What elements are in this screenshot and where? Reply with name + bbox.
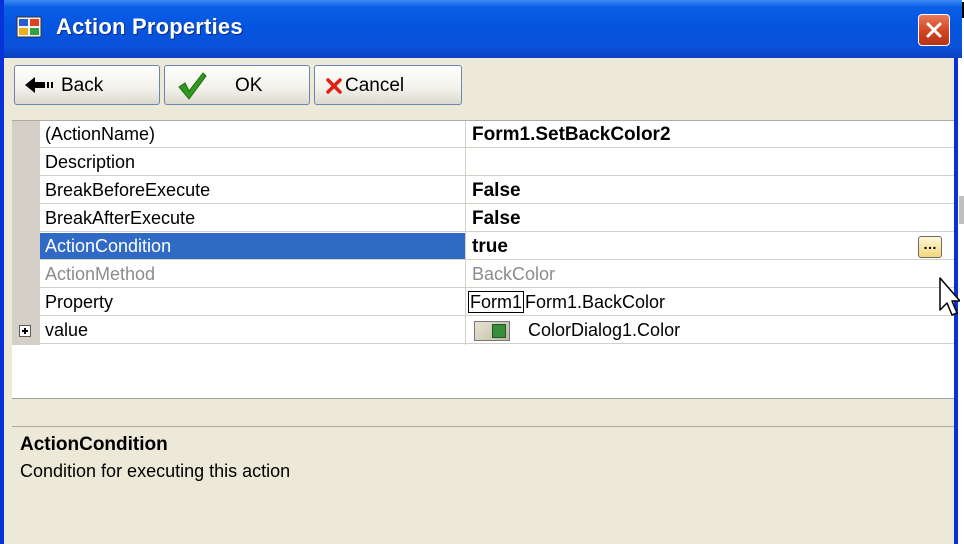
window-title: Action Properties — [56, 14, 243, 39]
cancel-button-label: Cancel — [345, 75, 405, 96]
background-fragment — [959, 196, 964, 224]
ellipsis-button[interactable]: … — [918, 236, 942, 258]
close-icon — [926, 22, 942, 38]
app-icon — [16, 16, 42, 38]
property-value: BackColor — [466, 261, 954, 288]
back-button[interactable]: Back — [14, 65, 160, 105]
color-swatch-icon — [474, 321, 510, 342]
property-row-actionmethod[interactable]: ActionMethod BackColor — [12, 261, 954, 289]
property-row-breakbeforeexecute[interactable]: BreakBeforeExecute False — [12, 177, 954, 205]
property-value[interactable] — [466, 149, 954, 176]
checkmark-icon — [178, 72, 207, 100]
row-gutter — [12, 121, 40, 149]
back-button-label: Back — [61, 75, 104, 96]
title-bar[interactable]: Action Properties — [4, 0, 962, 58]
ok-button[interactable]: OK — [164, 65, 310, 105]
form-icon: Form1 — [468, 291, 525, 313]
property-value[interactable]: False — [466, 205, 954, 232]
property-name-selected: ActionCondition — [40, 233, 465, 260]
close-button[interactable] — [918, 14, 950, 46]
row-gutter — [12, 261, 40, 289]
property-name: (ActionName) — [40, 121, 465, 148]
property-value-text: Form1.BackColor — [525, 292, 666, 312]
cross-icon — [326, 78, 342, 94]
property-value[interactable]: False — [466, 177, 954, 204]
property-name: value — [40, 317, 465, 344]
property-value[interactable]: ColorDialog1.Color — [466, 317, 954, 344]
property-name: BreakBeforeExecute — [40, 177, 465, 204]
row-gutter — [12, 149, 40, 177]
ellipsis-icon: … — [923, 236, 937, 252]
help-splitter[interactable] — [12, 420, 954, 427]
property-value[interactable]: Form1.SetBackColor2 — [466, 121, 954, 148]
property-row-breakafterexecute[interactable]: BreakAfterExecute False — [12, 205, 954, 233]
row-gutter — [12, 289, 40, 317]
property-row-actionname[interactable]: (ActionName) Form1.SetBackColor2 — [12, 121, 954, 149]
property-grid: (ActionName) Form1.SetBackColor2 Descrip… — [12, 120, 954, 399]
property-name: ActionMethod — [40, 261, 465, 288]
property-name: BreakAfterExecute — [40, 205, 465, 232]
row-gutter — [12, 177, 40, 205]
row-gutter — [12, 205, 40, 233]
action-properties-dialog: Action Properties Back OK Cancel (Action… — [0, 0, 962, 544]
property-name: Property — [40, 289, 465, 316]
back-arrow-icon — [25, 77, 53, 93]
property-value-text: ColorDialog1.Color — [528, 320, 681, 340]
desktop-background — [958, 0, 964, 544]
toolbar: Back OK Cancel — [12, 63, 954, 107]
help-title: ActionCondition — [20, 434, 168, 455]
expand-plus-icon[interactable] — [19, 325, 31, 337]
property-name: Description — [40, 149, 465, 176]
property-value[interactable]: true — [466, 233, 954, 260]
help-description: Condition for executing this action — [20, 461, 291, 481]
row-gutter — [12, 233, 40, 261]
grid-border — [12, 398, 954, 399]
mouse-cursor-icon — [939, 277, 960, 316]
ok-button-label: OK — [235, 75, 263, 96]
property-value[interactable]: Form1 Form1.BackColor — [466, 289, 954, 316]
property-row-description[interactable]: Description — [12, 149, 954, 177]
row-gutter — [12, 317, 40, 345]
help-panel: ActionCondition Condition for executing … — [12, 430, 954, 544]
property-row-value[interactable]: value ColorDialog1.Color — [12, 317, 954, 345]
property-row-property[interactable]: Property Form1 Form1.BackColor — [12, 289, 954, 317]
property-row-actioncondition[interactable]: ActionCondition true … — [12, 233, 954, 261]
cancel-button[interactable]: Cancel — [314, 65, 462, 105]
